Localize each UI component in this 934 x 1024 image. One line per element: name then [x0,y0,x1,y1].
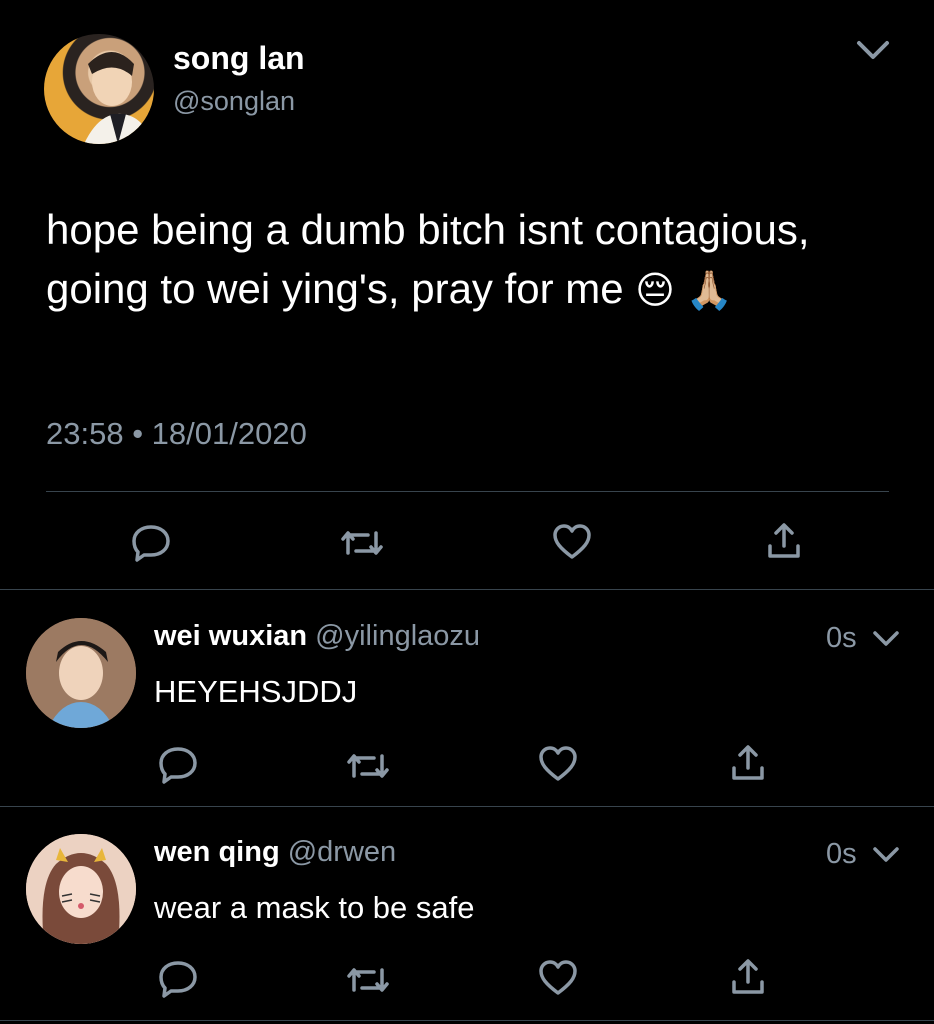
section-divider [0,589,934,590]
retweet-icon[interactable] [346,964,390,996]
author-avatar[interactable] [44,34,154,144]
timestamp-divider [46,491,889,492]
tweet-timestamp[interactable]: 23:58 • 18/01/2020 [46,416,307,452]
reply-time[interactable]: 0s [826,838,857,871]
reply-icon[interactable] [158,746,198,784]
reply-header: wen qing @drwen [154,836,396,869]
like-heart-icon[interactable] [552,524,592,560]
like-heart-icon[interactable] [538,960,578,996]
reply-menu-chevron-icon[interactable] [872,846,900,864]
reply-text: HEYEHSJDDJ [154,674,358,709]
reply-menu-chevron-icon[interactable] [872,630,900,648]
reply-header: wei wuxian @yilinglaozu [154,620,480,653]
reply-display-name[interactable]: wei wuxian [154,620,307,652]
reply-text: wear a mask to be safe [154,890,475,925]
share-icon[interactable] [730,744,766,782]
share-icon[interactable] [766,522,802,560]
tweet-menu-chevron-icon[interactable] [856,40,890,62]
avatar-photo-icon [84,52,152,144]
like-heart-icon[interactable] [538,746,578,782]
avatar-photo-icon [26,834,136,944]
reply-avatar[interactable] [26,618,136,728]
tweet-emoji: 😔 🙏🏼 [635,270,733,312]
author-handle[interactable]: @songlan [173,86,295,117]
avatar-photo-icon [26,618,136,728]
section-divider [0,1020,934,1021]
reply-avatar[interactable] [26,834,136,944]
reply-time[interactable]: 0s [826,622,857,655]
retweet-icon[interactable] [346,750,390,782]
author-display-name[interactable]: song lan [173,40,305,77]
retweet-icon[interactable] [340,527,384,559]
reply-icon[interactable] [158,960,198,998]
section-divider [0,806,934,807]
tweet-text-block: hope being a dumb bitch isnt contagious,… [46,200,876,321]
reply-icon[interactable] [131,524,171,562]
share-icon[interactable] [730,958,766,996]
reply-display-name[interactable]: wen qing [154,836,280,868]
reply-handle[interactable]: @yilinglaozu [315,620,480,652]
reply-handle[interactable]: @drwen [288,836,396,868]
